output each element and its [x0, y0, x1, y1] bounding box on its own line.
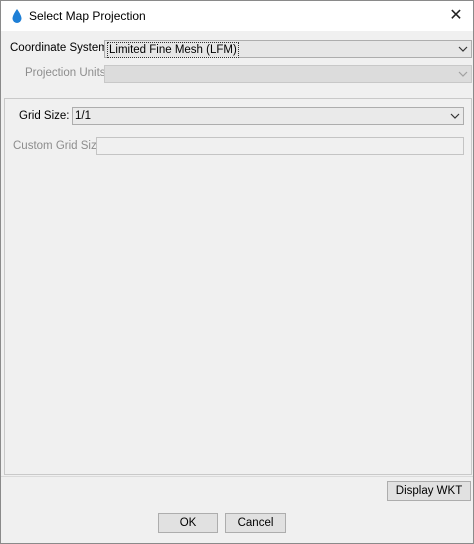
- custom-grid-size-label: Custom Grid Size:: [13, 140, 107, 152]
- grid-size-label: Grid Size:: [19, 110, 70, 122]
- grid-size-select[interactable]: 1/1: [72, 107, 464, 125]
- coordinate-system-select[interactable]: Limited Fine Mesh (LFM): [104, 40, 472, 58]
- close-button[interactable]: ✕: [445, 5, 467, 27]
- cancel-button[interactable]: Cancel: [225, 513, 286, 533]
- select-map-projection-dialog: Select Map Projection ✕ Coordinate Syste…: [0, 0, 474, 544]
- close-icon: ✕: [449, 7, 463, 24]
- chevron-down-icon: [458, 46, 468, 52]
- coordinate-system-label: Coordinate System:: [10, 42, 111, 54]
- coordinate-system-value: Limited Fine Mesh (LFM): [107, 42, 239, 58]
- ok-button[interactable]: OK: [158, 513, 218, 533]
- projection-units-label: Projection Units:: [25, 67, 109, 79]
- projection-units-select: [104, 65, 472, 83]
- water-drop-icon: [12, 9, 22, 23]
- chevron-down-icon: [450, 113, 460, 119]
- grid-size-value: 1/1: [75, 110, 91, 122]
- title-bar: Select Map Projection ✕: [1, 1, 473, 31]
- chevron-down-icon: [458, 71, 468, 77]
- display-wkt-button[interactable]: Display WKT: [387, 481, 471, 501]
- grid-options-panel: Grid Size: 1/1 Custom Grid Size:: [4, 98, 472, 475]
- window-title: Select Map Projection: [29, 9, 146, 23]
- custom-grid-size-field: [96, 137, 464, 155]
- footer-separator: [1, 476, 473, 477]
